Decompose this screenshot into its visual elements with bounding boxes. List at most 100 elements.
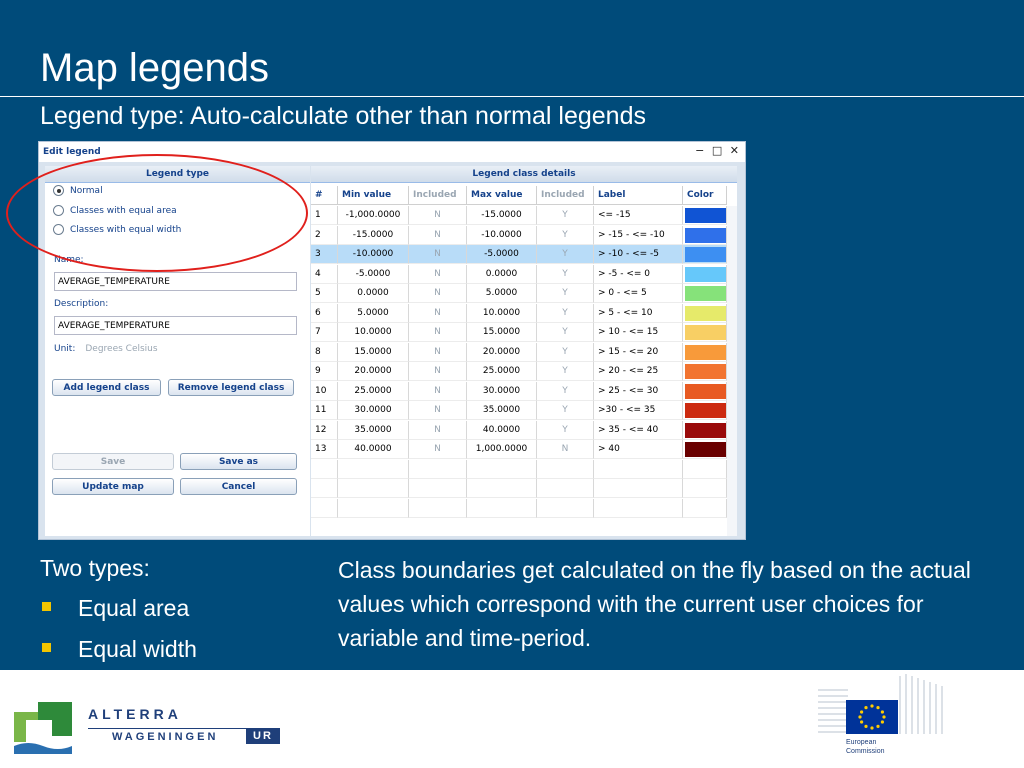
table-row[interactable]: 13 40.0000 N 1,000.0000 N > 40 (311, 440, 727, 459)
cell-min-value[interactable]: 35.0000 (338, 420, 409, 440)
cell-max-value[interactable]: 5.0000 (467, 284, 537, 303)
cell-label[interactable]: <= -15 (594, 206, 683, 225)
color-swatch[interactable] (685, 442, 726, 457)
cell-min-included[interactable]: N (409, 362, 467, 381)
cell-label[interactable]: > 0 - <= 5 (594, 284, 683, 303)
cell-max-included[interactable]: Y (537, 342, 594, 362)
color-swatch[interactable] (685, 383, 726, 399)
cell-color[interactable] (683, 401, 727, 420)
color-swatch[interactable] (685, 364, 726, 379)
cell-min-value[interactable]: 5.0000 (338, 303, 409, 323)
cell-number[interactable]: 4 (311, 264, 338, 284)
cell-min-included[interactable]: N (409, 440, 467, 459)
cell-color[interactable] (683, 440, 727, 459)
table-row[interactable]: 1 -1,000.0000 N -15.0000 Y <= -15 (311, 206, 727, 225)
add-legend-class-button[interactable]: Add legend class (52, 379, 161, 396)
cell-min-included[interactable]: N (409, 225, 467, 245)
cell-number[interactable]: 9 (311, 362, 338, 381)
name-field[interactable]: AVERAGE_TEMPERATURE (54, 272, 297, 291)
table-row[interactable]: 10 25.0000 N 30.0000 Y > 25 - <= 30 (311, 381, 727, 401)
cell-min-included[interactable]: N (409, 342, 467, 362)
cell-label[interactable]: > 20 - <= 25 (594, 362, 683, 381)
cell-color[interactable] (683, 284, 727, 303)
update-map-button[interactable]: Update map (52, 478, 174, 495)
color-swatch[interactable] (685, 266, 726, 282)
cell-max-value[interactable]: 35.0000 (467, 401, 537, 420)
cell-max-value[interactable]: -10.0000 (467, 225, 537, 245)
color-swatch[interactable] (685, 208, 726, 223)
column-header-label[interactable]: Label (594, 186, 683, 205)
cell-min-value[interactable]: 0.0000 (338, 284, 409, 303)
column-header-min-value[interactable]: Min value (338, 186, 409, 205)
cell-color[interactable] (683, 323, 727, 342)
color-swatch[interactable] (685, 227, 726, 243)
remove-legend-class-button[interactable]: Remove legend class (168, 379, 294, 396)
cell-label[interactable]: > 40 (594, 440, 683, 459)
table-scrollbar[interactable] (727, 206, 737, 536)
cell-max-value[interactable]: 1,000.0000 (467, 440, 537, 459)
cell-label[interactable]: > 25 - <= 30 (594, 381, 683, 401)
cell-max-included[interactable]: Y (537, 264, 594, 284)
close-icon[interactable]: ✕ (730, 144, 741, 157)
cell-min-included[interactable]: N (409, 245, 467, 264)
cell-color[interactable] (683, 342, 727, 362)
cell-max-value[interactable]: 0.0000 (467, 264, 537, 284)
cell-number[interactable]: 3 (311, 245, 338, 264)
cell-number[interactable]: 7 (311, 323, 338, 342)
cell-number[interactable]: 11 (311, 401, 338, 420)
color-swatch[interactable] (685, 247, 726, 262)
cell-label[interactable]: > 15 - <= 20 (594, 342, 683, 362)
cell-color[interactable] (683, 206, 727, 225)
cancel-button[interactable]: Cancel (180, 478, 297, 495)
cell-max-value[interactable]: 15.0000 (467, 323, 537, 342)
cell-max-value[interactable]: -5.0000 (467, 245, 537, 264)
cell-label[interactable]: > 35 - <= 40 (594, 420, 683, 440)
cell-min-included[interactable]: N (409, 401, 467, 420)
cell-color[interactable] (683, 362, 727, 381)
cell-max-included[interactable]: Y (537, 401, 594, 420)
cell-max-included[interactable]: Y (537, 284, 594, 303)
cell-max-value[interactable]: 25.0000 (467, 362, 537, 381)
save-button[interactable]: Save (52, 453, 174, 470)
cell-label[interactable]: > -10 - <= -5 (594, 245, 683, 264)
cell-label[interactable]: > -15 - <= -10 (594, 225, 683, 245)
table-row[interactable]: 9 20.0000 N 25.0000 Y > 20 - <= 25 (311, 362, 727, 381)
table-row[interactable]: 7 10.0000 N 15.0000 Y > 10 - <= 15 (311, 323, 727, 342)
cell-number[interactable]: 2 (311, 225, 338, 245)
cell-number[interactable]: 6 (311, 303, 338, 323)
color-swatch[interactable] (685, 422, 726, 438)
cell-max-included[interactable]: Y (537, 303, 594, 323)
cell-label[interactable]: > 10 - <= 15 (594, 323, 683, 342)
cell-number[interactable]: 8 (311, 342, 338, 362)
table-row[interactable]: 6 5.0000 N 10.0000 Y > 5 - <= 10 (311, 303, 727, 323)
cell-min-value[interactable]: 30.0000 (338, 401, 409, 420)
cell-max-included[interactable]: Y (537, 245, 594, 264)
cell-min-included[interactable]: N (409, 420, 467, 440)
cell-min-included[interactable]: N (409, 206, 467, 225)
cell-color[interactable] (683, 245, 727, 264)
minimize-icon[interactable]: − (695, 144, 706, 157)
cell-min-value[interactable]: 20.0000 (338, 362, 409, 381)
cell-number[interactable]: 12 (311, 420, 338, 440)
cell-max-value[interactable]: -15.0000 (467, 206, 537, 225)
cell-min-included[interactable]: N (409, 323, 467, 342)
description-field[interactable]: AVERAGE_TEMPERATURE (54, 316, 297, 335)
cell-max-value[interactable]: 40.0000 (467, 420, 537, 440)
cell-max-included[interactable]: Y (537, 225, 594, 245)
cell-min-included[interactable]: N (409, 303, 467, 323)
cell-min-value[interactable]: -15.0000 (338, 225, 409, 245)
cell-min-value[interactable]: 10.0000 (338, 323, 409, 342)
cell-min-value[interactable]: 40.0000 (338, 440, 409, 459)
column-header-number[interactable]: # (311, 186, 338, 205)
cell-number[interactable]: 13 (311, 440, 338, 459)
color-swatch[interactable] (685, 344, 726, 360)
column-header-max-included[interactable]: Included (537, 186, 594, 205)
cell-max-included[interactable]: N (537, 440, 594, 459)
cell-max-value[interactable]: 30.0000 (467, 381, 537, 401)
cell-number[interactable]: 10 (311, 381, 338, 401)
cell-min-value[interactable]: -1,000.0000 (338, 206, 409, 225)
table-row[interactable]: 5 0.0000 N 5.0000 Y > 0 - <= 5 (311, 284, 727, 303)
cell-color[interactable] (683, 303, 727, 323)
table-row[interactable]: 12 35.0000 N 40.0000 Y > 35 - <= 40 (311, 420, 727, 440)
table-row[interactable]: 3 -10.0000 N -5.0000 Y > -10 - <= -5 (311, 245, 727, 264)
